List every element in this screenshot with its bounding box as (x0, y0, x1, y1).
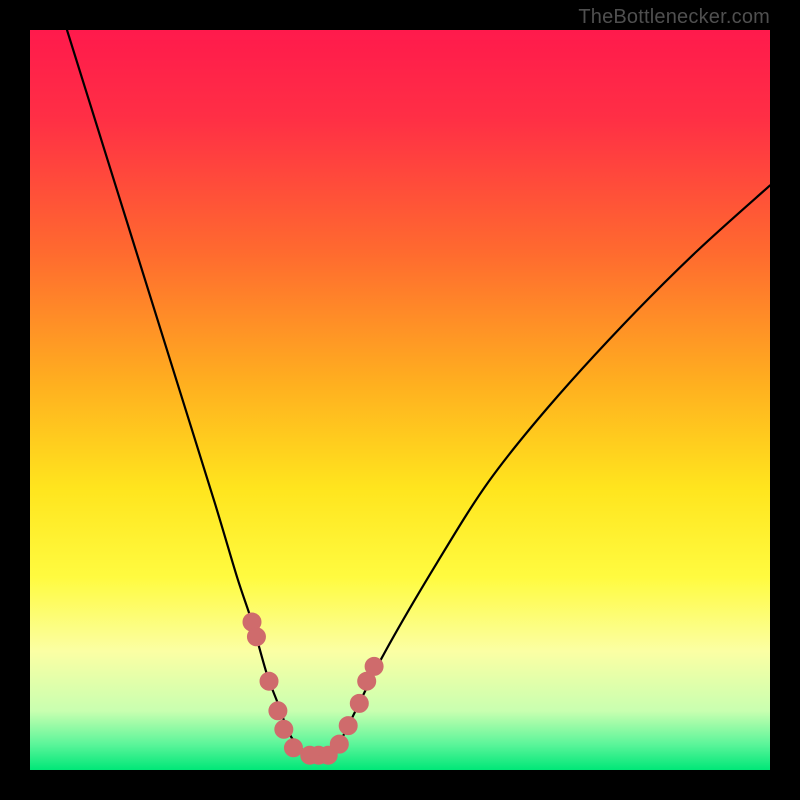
outer-frame: TheBottlenecker.com (0, 0, 800, 800)
chart-layer (30, 30, 770, 770)
curve-marker (339, 717, 357, 735)
curve-marker (365, 657, 383, 675)
curve-marker (350, 694, 368, 712)
watermark-text: TheBottlenecker.com (578, 6, 770, 29)
curve-marker (275, 720, 293, 738)
bottleneck-curve (67, 30, 770, 756)
curve-marker (260, 672, 278, 690)
curve-marker (330, 735, 348, 753)
curve-marker (269, 702, 287, 720)
plot-area (30, 30, 770, 770)
curve-marker (284, 739, 302, 757)
marker-group (243, 613, 383, 764)
curve-marker (247, 628, 265, 646)
